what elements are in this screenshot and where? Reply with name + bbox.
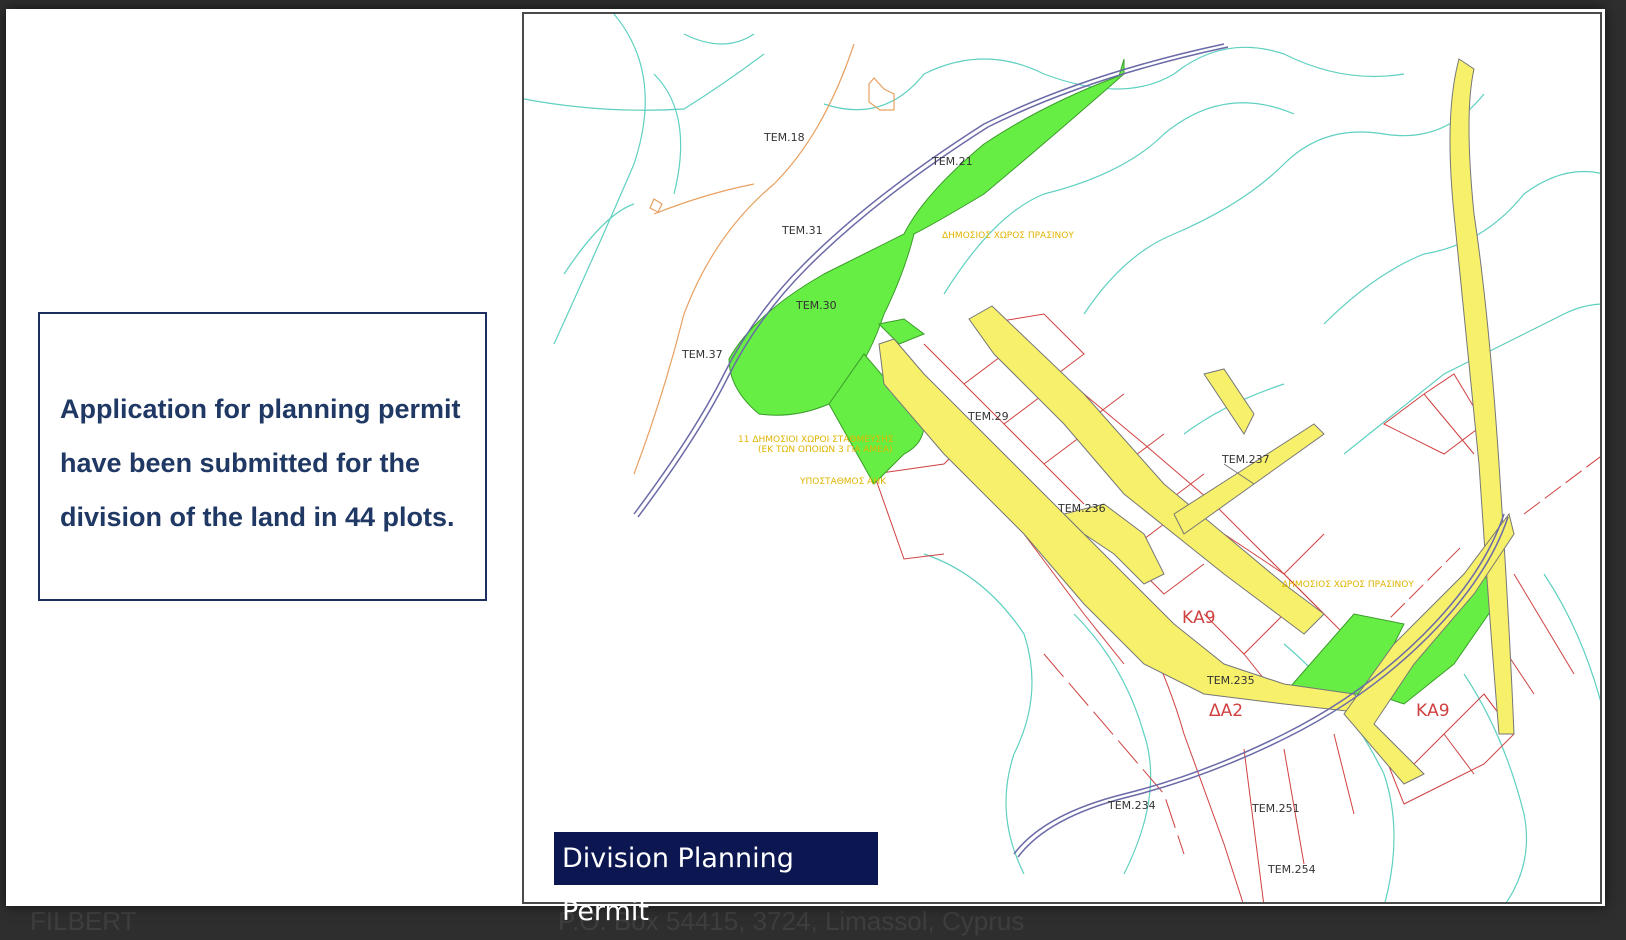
label-tem29: TEM.29 — [967, 410, 1009, 423]
label-parking-2: (ΕΚ ΤΩΝ ΟΠΟΙΩΝ 3 ΓΙΑ ΑΜΕΑ) — [758, 445, 893, 455]
presentation-slide: Application for planning permit have bee… — [6, 9, 1605, 927]
label-da2: ΔΑ2 — [1209, 701, 1243, 721]
caption-banner: Division Planning Permit — [554, 832, 878, 927]
label-ka9-lower: ΚΑ9 — [1416, 701, 1450, 721]
label-ka9-upper: ΚΑ9 — [1182, 608, 1216, 628]
label-tem31: TEM.31 — [781, 224, 823, 237]
label-tem251: TEM.251 — [1251, 802, 1300, 815]
background-footer-company: FILBERT — [30, 906, 137, 936]
site-plan-map: TEM.18 TEM.21 TEM.31 TEM.30 TEM.37 TEM.2… — [522, 12, 1602, 904]
label-green-space-1: ΔΗΜΟΣΙΟΣ ΧΩΡΟΣ ΠΡΑΣΙΝΟΥ — [942, 231, 1074, 241]
contour-lines — [524, 14, 1600, 902]
callout-text: Application for planning permit have bee… — [60, 394, 461, 532]
label-tem37: TEM.37 — [681, 348, 723, 361]
map-labels: TEM.18 TEM.21 TEM.31 TEM.30 TEM.37 TEM.2… — [681, 131, 1450, 876]
label-parking-1: 11 ΔΗΜΟΣΙΟΙ ΧΩΡΟΙ ΣΤΑΘΜΕΥΣΗΣ — [738, 435, 894, 445]
label-tem235: TEM.235 — [1206, 674, 1255, 687]
label-green-space-2: ΔΗΜΟΣΙΟΣ ΧΩΡΟΣ ΠΡΑΣΙΝΟΥ — [1282, 580, 1414, 590]
label-substation: ΥΠΟΣΤΑΘΜΟΣ ΑΗΚ — [799, 477, 887, 487]
site-plan-drawing: TEM.18 TEM.21 TEM.31 TEM.30 TEM.37 TEM.2… — [524, 14, 1600, 902]
label-tem236: TEM.236 — [1057, 502, 1106, 515]
label-tem234: TEM.234 — [1107, 799, 1156, 812]
label-tem30: TEM.30 — [795, 299, 837, 312]
label-tem21: TEM.21 — [931, 155, 973, 168]
label-tem254: TEM.254 — [1267, 863, 1316, 876]
label-tem237: TEM.237 — [1221, 453, 1270, 466]
label-tem18: TEM.18 — [763, 131, 805, 144]
callout-box: Application for planning permit have bee… — [38, 312, 487, 601]
